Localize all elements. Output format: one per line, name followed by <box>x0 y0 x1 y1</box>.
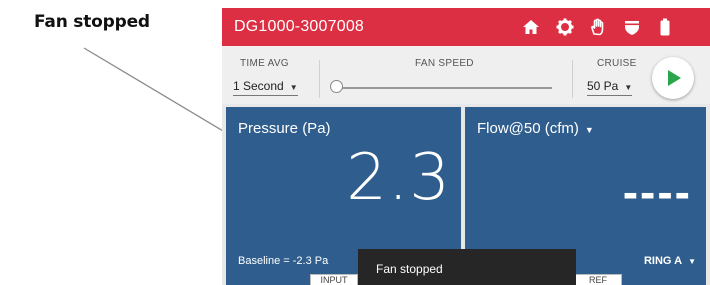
fan-speed-slider-thumb[interactable] <box>330 80 343 93</box>
hand-icon[interactable] <box>588 17 608 37</box>
chevron-down-icon: ▼ <box>584 125 594 135</box>
battery-icon <box>655 17 675 37</box>
flow-title: Flow@50 (cfm) <box>477 120 579 137</box>
play-icon <box>668 70 681 86</box>
cruise-value: 50 Pa <box>587 79 619 93</box>
title-bar: DG1000-3007008 <box>222 8 710 46</box>
flow-value: ---- <box>622 166 692 218</box>
start-fan-button[interactable] <box>652 57 694 99</box>
divider <box>572 60 573 98</box>
tab-ref[interactable]: REF <box>574 274 622 285</box>
divider <box>319 60 320 98</box>
time-avg-value: 1 Second <box>233 79 284 93</box>
cruise-select[interactable]: 50 Pa ▼ <box>587 79 633 96</box>
toast-message: Fan stopped <box>376 262 443 276</box>
shield-icon[interactable] <box>622 17 642 37</box>
cruise-label: CRUISE <box>597 58 637 69</box>
toast-notification: Fan stopped <box>358 249 576 285</box>
pressure-value: 2.3 <box>346 141 451 215</box>
time-avg-label: TIME AVG <box>240 58 289 69</box>
fan-speed-slider-track[interactable] <box>332 87 552 89</box>
flow-title-select[interactable]: Flow@50 (cfm) ▼ <box>477 120 594 137</box>
device-title: DG1000-3007008 <box>234 18 365 35</box>
chevron-down-icon: ▼ <box>624 83 633 92</box>
gear-icon[interactable] <box>555 17 575 37</box>
fan-speed-label: FAN SPEED <box>415 58 474 69</box>
device-screen: DG1000-3007008 TIME AVG 1 Second ▼ FAN SP… <box>222 8 710 285</box>
pressure-title: Pressure (Pa) <box>238 120 331 137</box>
tab-input[interactable]: INPUT <box>310 274 358 285</box>
chevron-down-icon: ▼ <box>289 83 298 92</box>
chevron-down-icon: ▼ <box>688 257 696 266</box>
baseline-readout: Baseline = -2.3 Pa <box>238 255 329 267</box>
time-avg-select[interactable]: 1 Second ▼ <box>233 79 298 96</box>
home-icon[interactable] <box>521 17 541 37</box>
ring-value: RING A <box>643 255 683 267</box>
ring-select[interactable]: RING A ▼ <box>644 255 696 267</box>
